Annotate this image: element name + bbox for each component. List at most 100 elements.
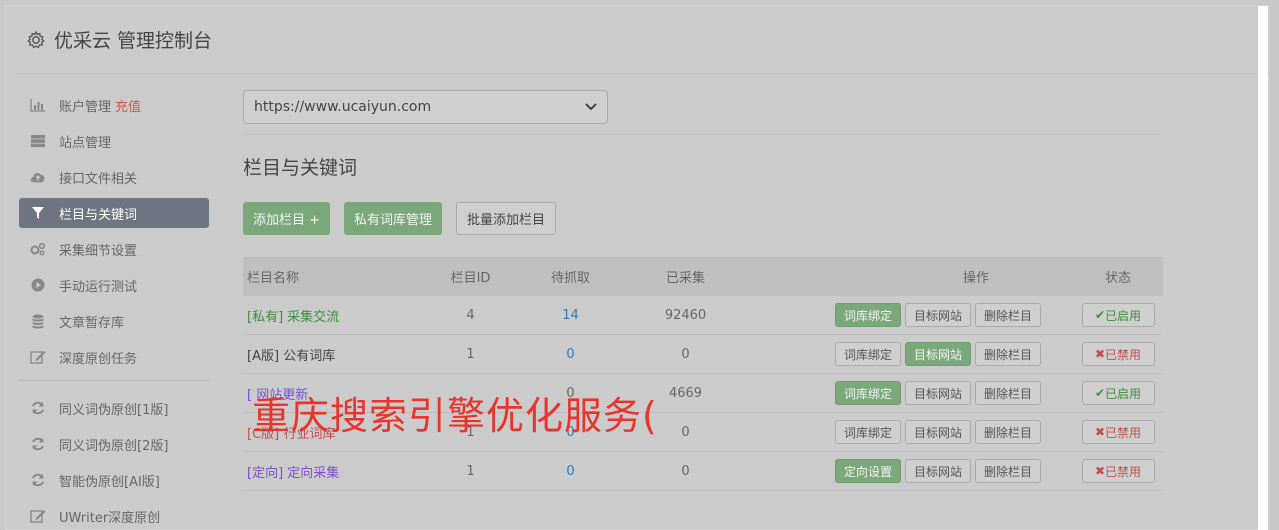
sidebar-divider: [19, 380, 209, 381]
sidebar-item-interface[interactable]: 接口文件相关: [19, 162, 209, 192]
sidebar-item-label: 同义词伪原创[1版]: [59, 402, 169, 418]
status-disabled-button[interactable]: ✖ 已禁用: [1081, 420, 1155, 444]
header-status: 状态: [1104, 271, 1131, 286]
toolbar: 添加栏目 + 私有词库管理 批量添加栏目: [243, 202, 1163, 235]
gears-icon: [30, 241, 46, 257]
sidebar-item-columns-keywords[interactable]: 栏目与关键词: [19, 198, 209, 228]
sidebar-item-label: 智能伪原创[AI版]: [59, 474, 160, 490]
sidebar-item-uwriter[interactable]: UWriter深度原创: [19, 501, 209, 530]
sidebar: 账户管理 充值 站点管理 接口文件相关 栏目与关键词 采集细节设置 手动运行测试: [19, 90, 209, 530]
bind-lexicon-button[interactable]: 词库绑定: [834, 342, 901, 366]
status-label: 已启用: [1105, 308, 1142, 323]
status-enabled-button[interactable]: ✔ 已启用: [1081, 303, 1155, 327]
refresh-icon: [30, 400, 46, 416]
target-site-button[interactable]: 目标网站: [904, 381, 971, 405]
batch-add-button[interactable]: 批量添加栏目: [456, 202, 557, 235]
directed-settings-button[interactable]: 定向设置: [834, 459, 901, 483]
target-site-button[interactable]: 目标网站: [904, 342, 971, 366]
status-cell: ✖ 已禁用: [1073, 420, 1163, 444]
top-bar: 优采云 管理控制台: [16, 6, 1270, 74]
columns-table: 栏目名称 栏目ID 待抓取 已采集 操作 状态 [私有] 采集交流 4 14 9…: [243, 257, 1163, 491]
status-label: 已禁用: [1105, 347, 1142, 362]
pending-count[interactable]: 14: [513, 308, 628, 323]
site-select[interactable]: https://www.ucaiyun.com: [243, 90, 608, 124]
status-disabled-button[interactable]: ✖ 已禁用: [1081, 342, 1155, 366]
window-edge: [1258, 6, 1268, 530]
recharge-link[interactable]: 充值: [115, 96, 141, 115]
sidebar-item-synonym-v2[interactable]: 同义词伪原创[2版]: [19, 429, 209, 459]
refresh-icon: [30, 472, 46, 488]
status-label: 已禁用: [1105, 425, 1142, 440]
bind-lexicon-button[interactable]: 词库绑定: [834, 381, 901, 405]
row-actions: 词库绑定 目标网站 删除栏目: [743, 381, 1073, 405]
sidebar-item-sites[interactable]: 站点管理: [19, 126, 209, 156]
gear-icon: [27, 30, 45, 48]
sidebar-item-label: UWriter深度原创: [59, 510, 161, 526]
collected-count: 92460: [664, 307, 707, 323]
status-cell: ✔ 已启用: [1073, 303, 1163, 327]
sidebar-item-label: 站点管理: [59, 135, 112, 151]
status-enabled-button[interactable]: ✔ 已启用: [1081, 381, 1155, 405]
close-icon: ✖: [1094, 347, 1106, 361]
chevron-down-icon: [585, 103, 597, 111]
column-id: 4: [466, 307, 475, 323]
sidebar-item-account[interactable]: 账户管理 充值: [19, 90, 209, 120]
bar-chart-icon: [30, 97, 46, 113]
page-title: 栏目与关键词: [243, 157, 358, 179]
target-site-button[interactable]: 目标网站: [904, 303, 971, 327]
table-row: [A版] 公有词库 1 0 0 词库绑定 目标网站 删除栏目 ✖ 已禁用: [243, 335, 1163, 374]
column-tag: [定向]: [247, 465, 284, 481]
private-lexicon-button[interactable]: 私有词库管理: [344, 202, 443, 235]
close-icon: ✖: [1094, 425, 1106, 439]
status-disabled-button[interactable]: ✖ 已禁用: [1081, 459, 1155, 483]
header-collected: 已采集: [665, 271, 705, 286]
edit-icon: [30, 508, 46, 524]
header-id: 栏目ID: [450, 271, 491, 286]
pending-count[interactable]: 0: [513, 464, 628, 479]
delete-column-button[interactable]: 删除栏目: [975, 459, 1042, 483]
delete-column-button[interactable]: 删除栏目: [975, 303, 1042, 327]
header-actions-label: 操作: [962, 271, 989, 286]
sidebar-item-synonym-v1[interactable]: 同义词伪原创[1版]: [19, 393, 209, 423]
column-name: 公有词库: [283, 348, 336, 364]
sidebar-item-label: 深度原创任务: [59, 351, 138, 367]
row-actions: 词库绑定 目标网站 删除栏目: [743, 342, 1073, 366]
sidebar-item-collect-settings[interactable]: 采集细节设置: [19, 234, 209, 264]
database-icon: [30, 313, 46, 329]
sidebar-item-manual-run[interactable]: 手动运行测试: [19, 270, 209, 300]
target-site-button[interactable]: 目标网站: [904, 459, 971, 483]
column-name-cell[interactable]: [定向] 定向采集: [243, 462, 428, 481]
target-site-button[interactable]: 目标网站: [904, 420, 971, 444]
close-icon: ✖: [1094, 464, 1106, 478]
delete-column-button[interactable]: 删除栏目: [975, 381, 1042, 405]
divider: [243, 134, 1163, 135]
check-icon: ✔: [1094, 308, 1106, 322]
collected-count: 0: [681, 463, 690, 479]
column-tag: [私有]: [247, 309, 284, 325]
column-name-cell[interactable]: [私有] 采集交流: [243, 306, 428, 325]
bind-lexicon-button[interactable]: 词库绑定: [834, 420, 901, 444]
pending-count[interactable]: 0: [513, 347, 628, 362]
sidebar-item-deep-original[interactable]: 深度原创任务: [19, 342, 209, 372]
sidebar-item-article-store[interactable]: 文章暂存库: [19, 306, 209, 336]
column-id: 1: [466, 346, 475, 362]
header-name: 栏目名称: [247, 271, 300, 286]
column-name-cell[interactable]: [A版] 公有词库: [243, 345, 428, 364]
table-row: [私有] 采集交流 4 14 92460 词库绑定 目标网站 删除栏目 ✔ 已启用: [243, 296, 1163, 335]
sidebar-item-ai-original[interactable]: 智能伪原创[AI版]: [19, 465, 209, 495]
bind-lexicon-button[interactable]: 词库绑定: [834, 303, 901, 327]
filter-icon: [30, 205, 46, 221]
row-actions: 词库绑定 目标网站 删除栏目: [743, 303, 1073, 327]
check-icon: ✔: [1094, 386, 1106, 400]
row-actions: 词库绑定 目标网站 删除栏目: [743, 420, 1073, 444]
edit-icon: [30, 349, 46, 365]
header-actions: 操作: [743, 267, 1073, 286]
add-column-button[interactable]: 添加栏目 +: [243, 202, 331, 235]
status-cell: ✔ 已启用: [1073, 381, 1163, 405]
delete-column-button[interactable]: 删除栏目: [975, 342, 1042, 366]
row-actions: 定向设置 目标网站 删除栏目: [743, 459, 1073, 483]
play-circle-icon: [30, 277, 46, 293]
column-id: 1: [466, 463, 475, 479]
delete-column-button[interactable]: 删除栏目: [975, 420, 1042, 444]
refresh-icon: [30, 436, 46, 452]
